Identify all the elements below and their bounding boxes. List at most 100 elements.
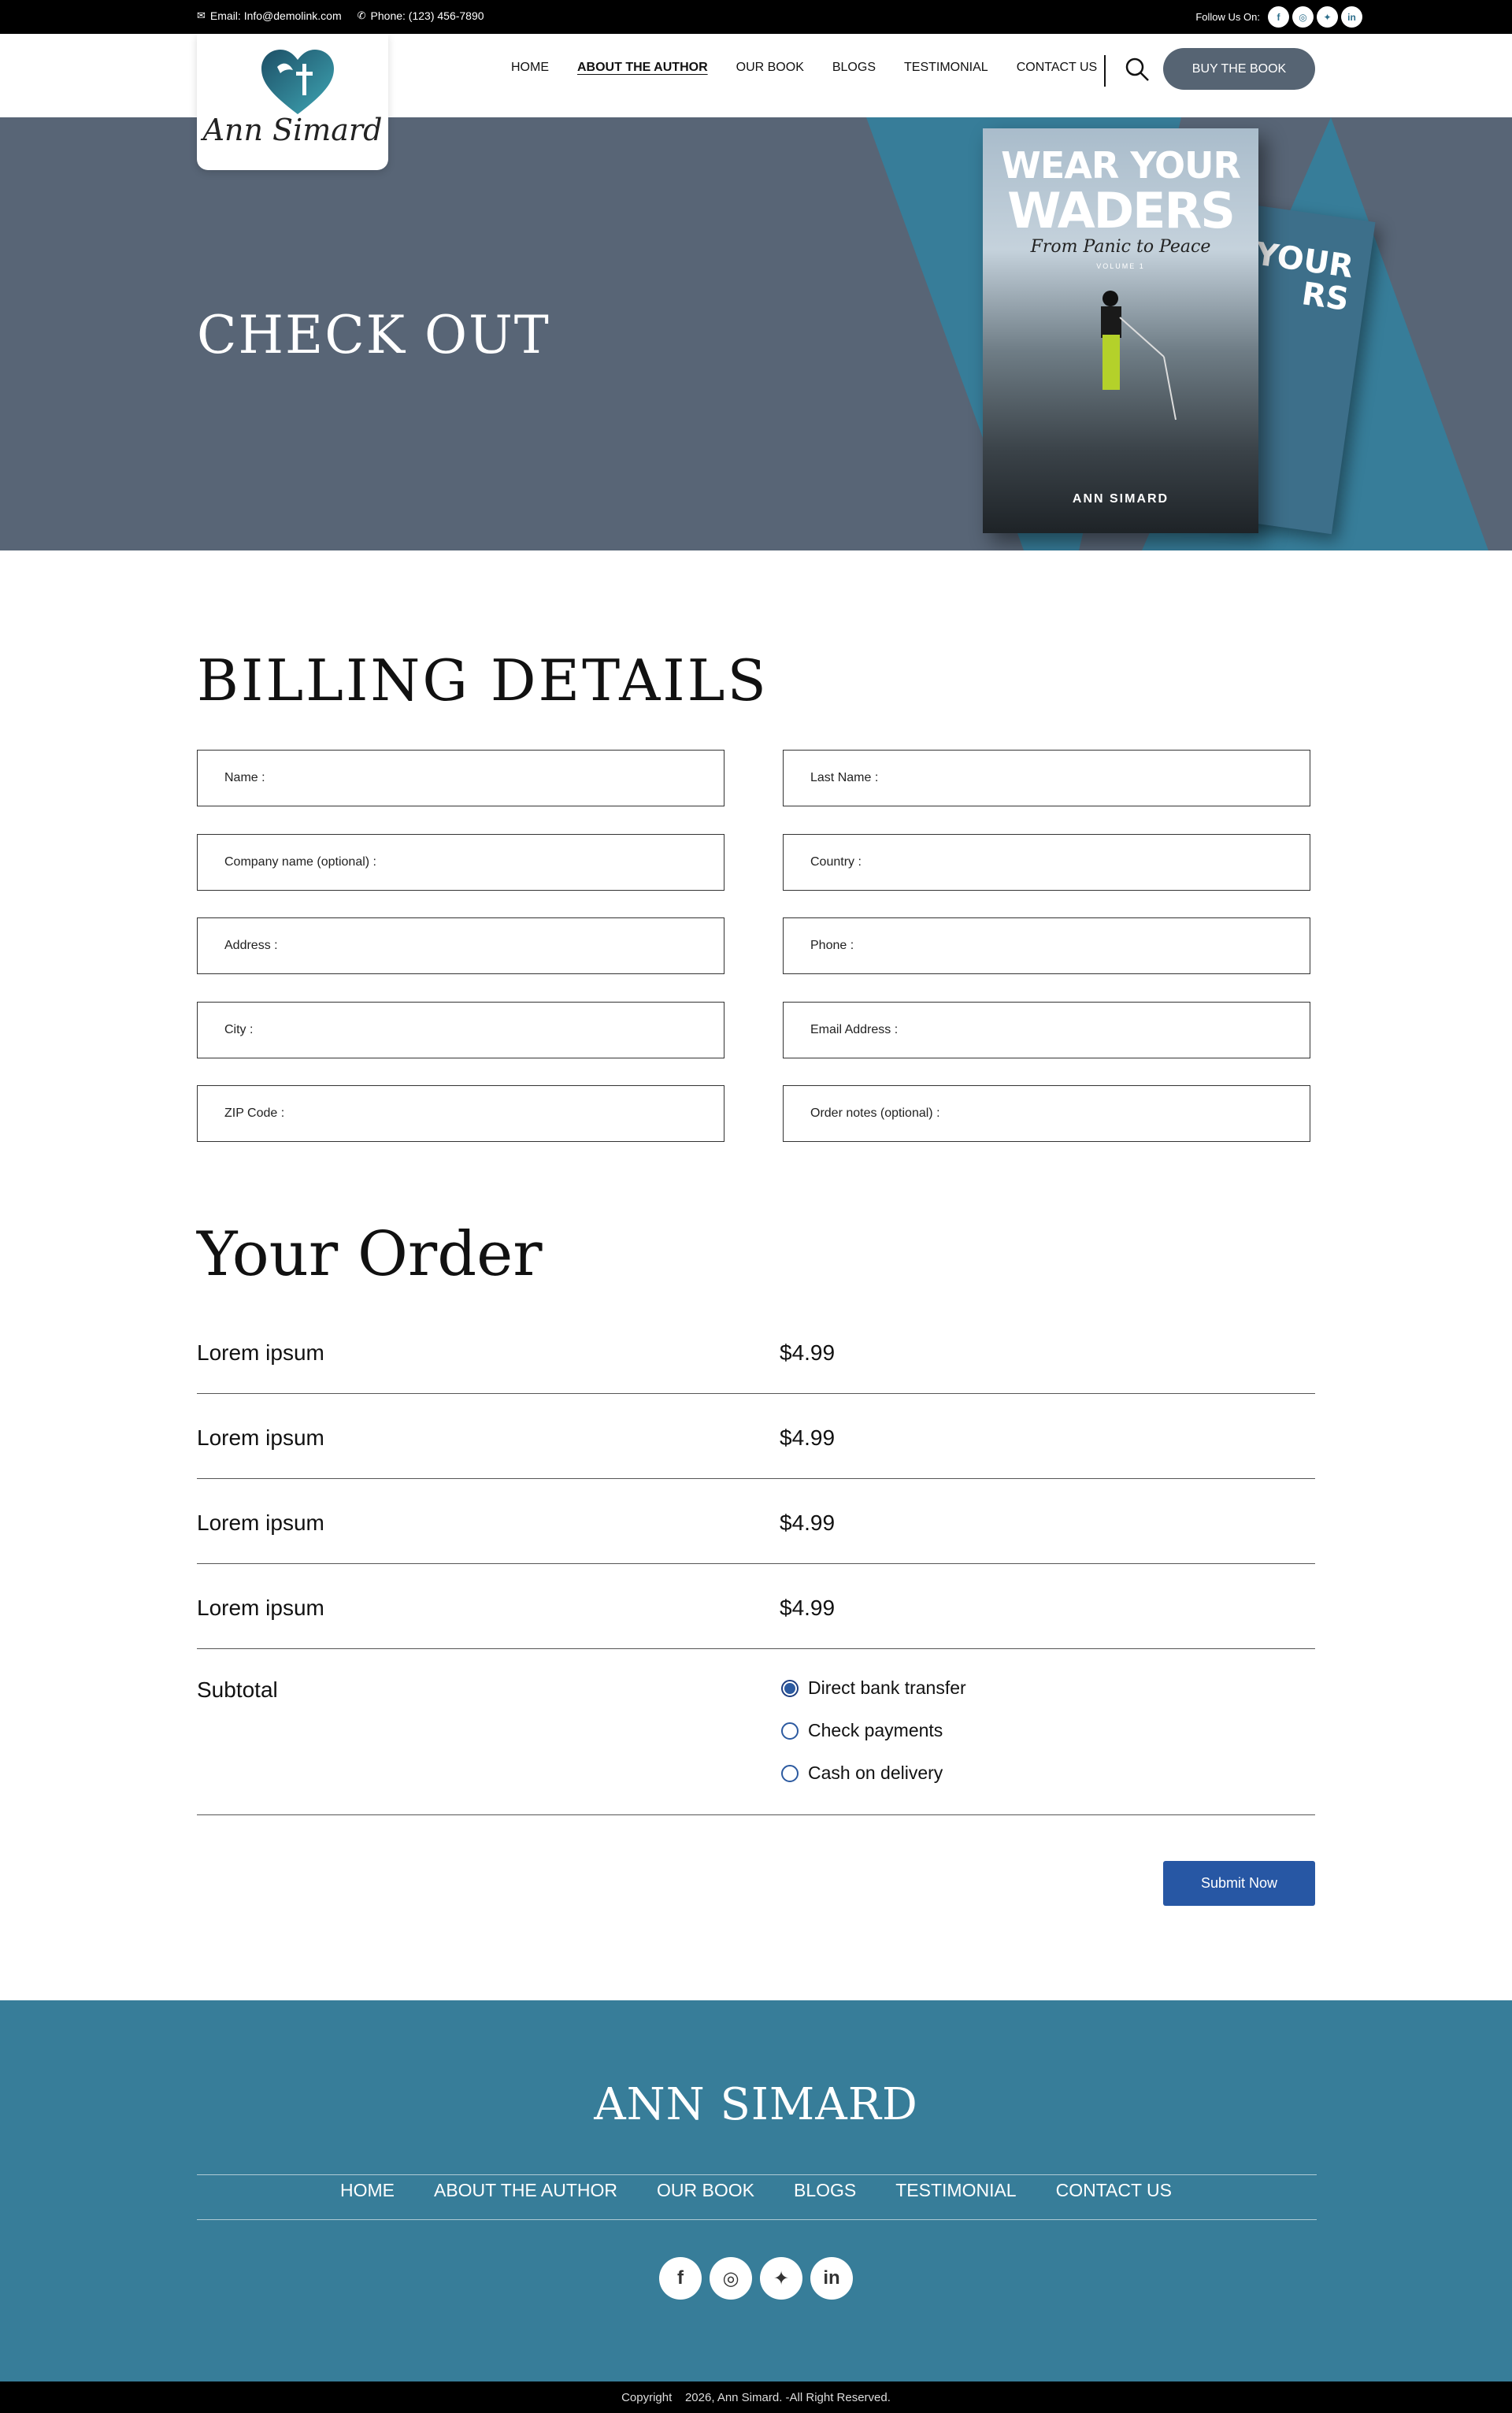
footer-nav-about-the-author[interactable]: ABOUT THE AUTHOR: [434, 2180, 617, 2201]
last-name-label: Last Name :: [810, 771, 879, 784]
facebook-icon[interactable]: f: [1268, 6, 1289, 28]
zip-code-field[interactable]: ZIP Code :: [197, 1085, 724, 1142]
nav-divider: [1104, 55, 1106, 87]
footer-brand: ANN SIMARD: [594, 2079, 918, 2130]
buy-the-book-button[interactable]: BUY THE BOOK: [1163, 48, 1315, 90]
nav-blogs[interactable]: BLOGS: [832, 61, 876, 75]
name-label: Name :: [224, 771, 265, 784]
address-label: Address :: [224, 939, 278, 952]
top-bar: ✉ Email: Info@demolink.com ✆ Phone: (123) …: [0, 0, 1512, 34]
copyright-text: Copyright 2026, Ann Simard. -All Right R…: [621, 2390, 891, 2404]
phone-contact[interactable]: ✆ Phone: (123) 456-7890: [358, 9, 484, 22]
radio-selected[interactable]: [781, 1679, 799, 1697]
payment-option-label: Direct bank transfer: [808, 1677, 966, 1698]
nav-home[interactable]: HOME: [511, 61, 549, 75]
zip-code-label: ZIP Code :: [224, 1106, 285, 1120]
follow-label: Follow Us On:: [1195, 11, 1260, 23]
order-item-name: Lorem ipsum: [197, 1510, 324, 1535]
footer-divider: [197, 2219, 1317, 2220]
hero-banner: CHECK OUT YOUR RS WEAR YOUR WADERS From P…: [0, 117, 1512, 550]
submit-now-button[interactable]: Submit Now: [1163, 1861, 1315, 1906]
email-contact[interactable]: ✉ Email: Info@demolink.com: [197, 9, 342, 22]
company-name-label: Company name (optional) :: [224, 855, 376, 869]
order-row: Lorem ipsum $4.99: [197, 1309, 1315, 1394]
nav-contact-us[interactable]: CONTACT US: [1017, 61, 1098, 75]
city-field[interactable]: City :: [197, 1002, 724, 1058]
phone-label: Phone :: [810, 939, 854, 952]
email-address-field[interactable]: Email Address :: [783, 1002, 1310, 1058]
book-author: ANN SIMARD: [1072, 492, 1169, 506]
payment-option-label: Cash on delivery: [808, 1762, 943, 1783]
page-title: CHECK OUT: [197, 305, 550, 365]
order-item-name: Lorem ipsum: [197, 1340, 324, 1365]
footer-nav: HOME ABOUT THE AUTHOR OUR BOOK BLOGS TES…: [0, 2180, 1512, 2201]
nav-our-book[interactable]: OUR BOOK: [736, 61, 804, 75]
phone-field[interactable]: Phone :: [783, 917, 1310, 974]
order-item-price: $4.99: [780, 1425, 836, 1450]
search-icon[interactable]: [1125, 57, 1150, 82]
linkedin-icon[interactable]: in: [810, 2257, 853, 2300]
address-field[interactable]: Address :: [197, 917, 724, 974]
order-row: Lorem ipsum $4.99: [197, 1479, 1315, 1564]
payment-option-check[interactable]: Check payments: [781, 1720, 943, 1741]
facebook-icon[interactable]: f: [659, 2257, 702, 2300]
order-row: Lorem ipsum $4.99: [197, 1564, 1315, 1649]
book-cover[interactable]: WEAR YOUR WADERS From Panic to Peace VOL…: [983, 128, 1258, 533]
subtotal-section: Subtotal Direct bank transfer Check paym…: [197, 1650, 1315, 1815]
order-item-name: Lorem ipsum: [197, 1596, 324, 1620]
email-text: Email: Info@demolink.com: [209, 9, 342, 22]
follow-us: Follow Us On: f ◎ ✦ in: [1195, 6, 1362, 28]
footer-nav-testimonial[interactable]: TESTIMONIAL: [895, 2180, 1016, 2201]
twitter-icon[interactable]: ✦: [760, 2257, 802, 2300]
logo[interactable]: Ann Simard: [197, 34, 388, 170]
footer-social: f ◎ ✦ in: [0, 2257, 1512, 2300]
logo-text: Ann Simard: [202, 113, 383, 147]
phone-icon: ✆: [357, 9, 366, 21]
payment-option-bank-transfer[interactable]: Direct bank transfer: [781, 1677, 966, 1699]
company-name-field[interactable]: Company name (optional) :: [197, 834, 724, 891]
footer-nav-contact-us[interactable]: CONTACT US: [1056, 2180, 1172, 2201]
book-subtitle: From Panic to Peace: [1030, 237, 1211, 257]
footer-nav-blogs[interactable]: BLOGS: [794, 2180, 856, 2201]
order-notes-label: Order notes (optional) :: [810, 1106, 940, 1120]
your-order-heading: Your Order: [197, 1219, 543, 1290]
billing-details-heading: BILLING DETAILS: [197, 647, 769, 714]
order-notes-field[interactable]: Order notes (optional) :: [783, 1085, 1310, 1142]
footer: ANN SIMARD HOME ABOUT THE AUTHOR OUR BOO…: [0, 2000, 1512, 2381]
payment-option-label: Check payments: [808, 1720, 943, 1740]
book-back-title: YOUR RS: [1253, 235, 1356, 319]
copyright-bar: Copyright 2026, Ann Simard. -All Right R…: [0, 2381, 1512, 2413]
phone-text: Phone: (123) 456-7890: [370, 9, 484, 22]
email-address-label: Email Address :: [810, 1023, 899, 1036]
nav-testimonial[interactable]: TESTIMONIAL: [904, 61, 988, 75]
heart-cross-logo-icon: [261, 50, 334, 114]
payment-option-cash-on-delivery[interactable]: Cash on delivery: [781, 1762, 943, 1784]
mail-icon: ✉: [197, 9, 206, 21]
instagram-icon[interactable]: ◎: [710, 2257, 752, 2300]
contact-info: ✉ Email: Info@demolink.com ✆ Phone: (123) …: [197, 9, 484, 22]
order-item-price: $4.99: [780, 1510, 836, 1535]
book-title-line2: WADERS: [1007, 182, 1236, 239]
country-label: Country :: [810, 855, 862, 869]
name-field[interactable]: Name :: [197, 750, 724, 806]
main-nav: HOME ABOUT THE AUTHOR OUR BOOK BLOGS TES…: [511, 61, 1097, 75]
book-title-line1: WEAR YOUR: [1001, 144, 1241, 187]
radio-unselected[interactable]: [781, 1722, 799, 1740]
footer-nav-our-book[interactable]: OUR BOOK: [657, 2180, 754, 2201]
order-item-name: Lorem ipsum: [197, 1425, 324, 1450]
book-volume: VOLUME 1: [1096, 262, 1145, 270]
fisherman-illustration: [1101, 291, 1177, 421]
subtotal-label: Subtotal: [197, 1677, 278, 1702]
order-item-price: $4.99: [780, 1340, 836, 1365]
linkedin-icon[interactable]: in: [1341, 6, 1362, 28]
twitter-icon[interactable]: ✦: [1317, 6, 1338, 28]
radio-unselected[interactable]: [781, 1764, 799, 1782]
footer-nav-home[interactable]: HOME: [340, 2180, 395, 2201]
last-name-field[interactable]: Last Name :: [783, 750, 1310, 806]
order-item-price: $4.99: [780, 1596, 836, 1620]
country-field[interactable]: Country :: [783, 834, 1310, 891]
order-row: Lorem ipsum $4.99: [197, 1394, 1315, 1479]
nav-about-the-author[interactable]: ABOUT THE AUTHOR: [577, 61, 708, 75]
instagram-icon[interactable]: ◎: [1292, 6, 1314, 28]
city-label: City :: [224, 1023, 254, 1036]
